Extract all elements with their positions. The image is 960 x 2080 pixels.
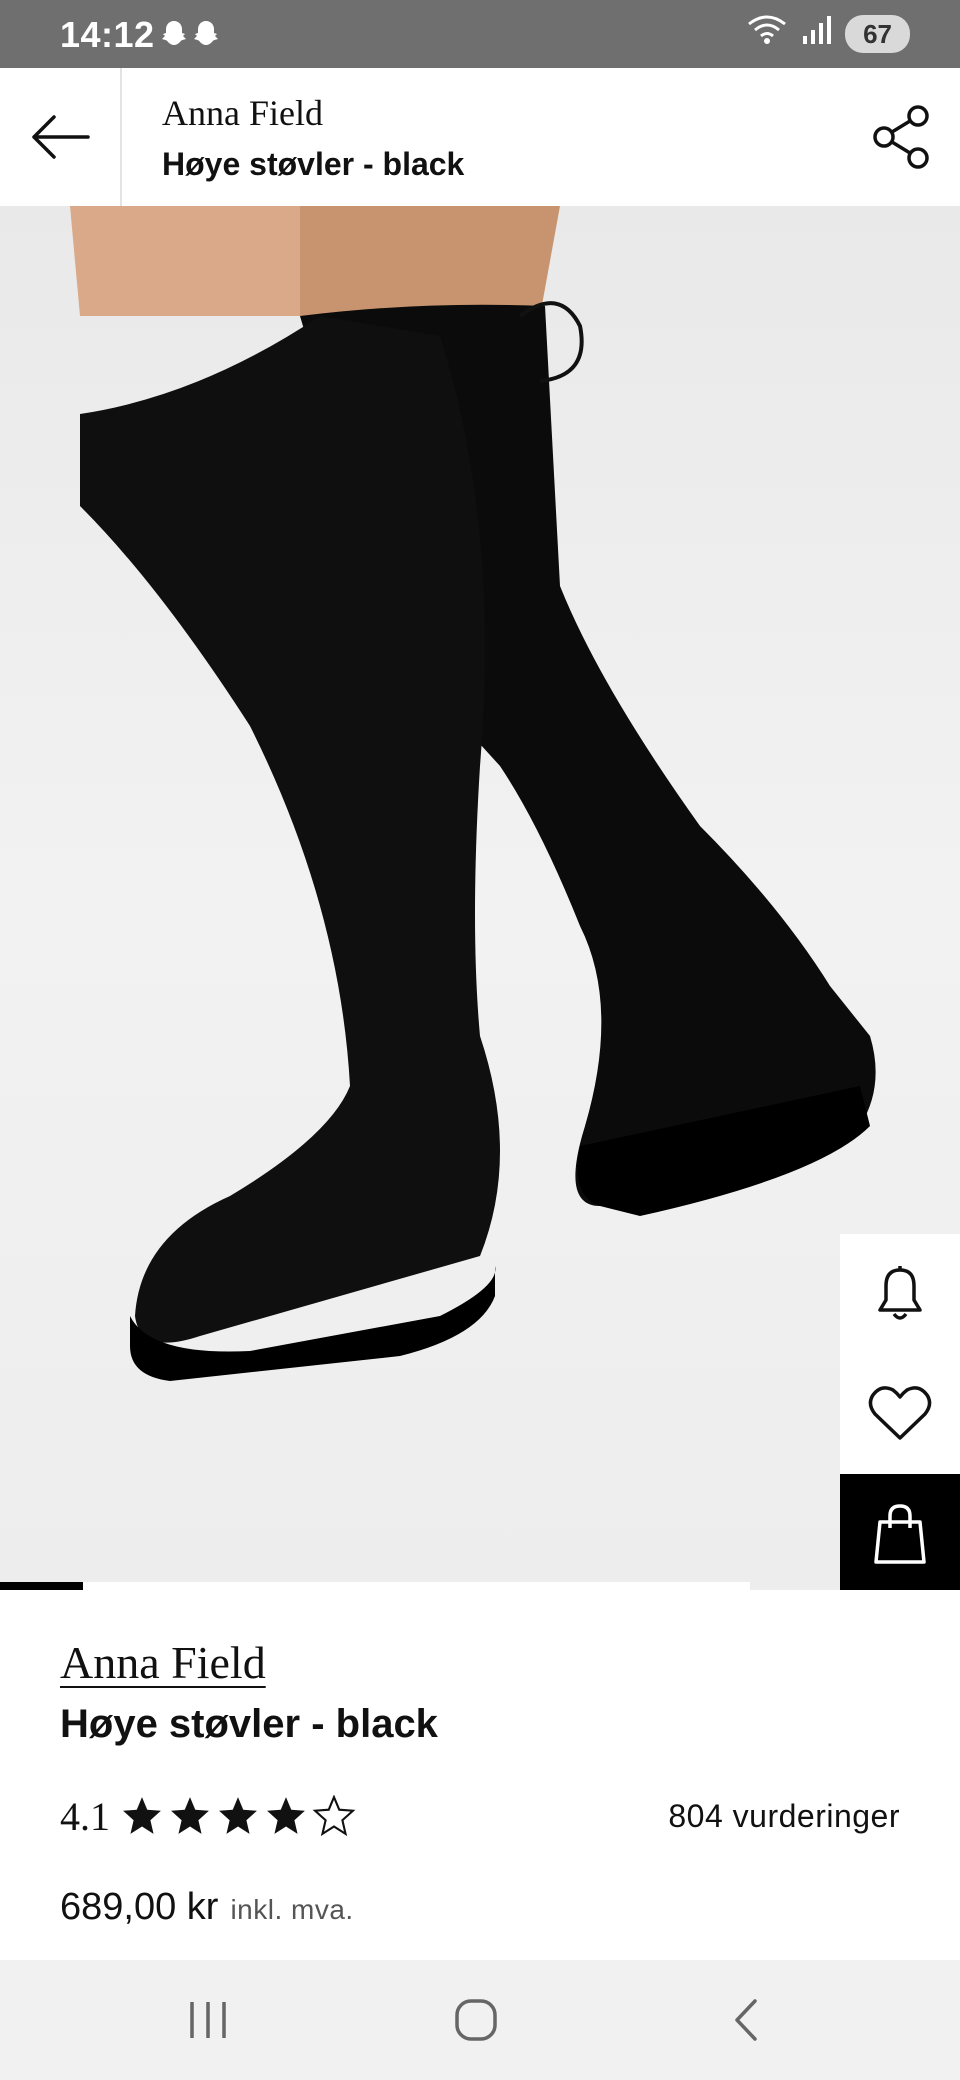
recents-icon (190, 2002, 226, 2038)
header: Anna Field Høye støvler - black (0, 68, 960, 208)
heart-icon (868, 1386, 932, 1440)
rating-stars (120, 1795, 356, 1837)
system-navbar (0, 1960, 960, 2080)
star-empty-icon (312, 1795, 356, 1837)
star-filled-icon (267, 1797, 305, 1834)
price: 689,00 kr (60, 1886, 219, 1928)
star-filled-icon (123, 1797, 161, 1834)
battery-indicator: 67 (845, 14, 910, 53)
home-icon (455, 1999, 497, 2041)
star-filled-icon (171, 1797, 209, 1834)
status-right: 67 (747, 14, 910, 53)
bell-icon (878, 1266, 922, 1320)
back-button[interactable] (0, 68, 122, 206)
system-back-button[interactable] (706, 1990, 786, 2050)
add-to-cart-button[interactable] (840, 1474, 960, 1594)
header-title: Høye støvler - black (162, 146, 465, 182)
home-button[interactable] (436, 1990, 516, 2050)
wifi-icon (747, 14, 787, 53)
share-icon (873, 105, 929, 169)
header-brand: Anna Field (162, 93, 323, 133)
gallery-progress-fill (0, 1582, 83, 1590)
notify-button[interactable] (840, 1234, 960, 1354)
product-image[interactable] (0, 206, 960, 1590)
side-actions (840, 1234, 960, 1594)
status-time: 14:12 (60, 14, 155, 55)
back-icon (735, 1999, 757, 2041)
review-count[interactable]: 804 vurderinger (668, 1798, 900, 1835)
boots-illustration (70, 206, 876, 1381)
share-button[interactable] (868, 102, 938, 172)
price-row: 689,00 kr inkl. mva. (60, 1886, 354, 1929)
snapchat-icon (160, 18, 224, 58)
gallery-progress (0, 1582, 750, 1590)
shopping-bag-icon (874, 1504, 926, 1564)
product-title: Høye støvler - black (60, 1702, 438, 1746)
star-filled-icon (219, 1797, 257, 1834)
recents-button[interactable] (168, 1990, 248, 2050)
rating-value: 4.1 (60, 1793, 110, 1839)
arrow-left-icon (32, 115, 90, 159)
signal-icon (801, 14, 832, 53)
status-bar: 14:12 67 (0, 0, 960, 68)
wishlist-button[interactable] (840, 1354, 960, 1474)
brand-link[interactable]: Anna Field (60, 1636, 266, 1689)
vat-note: inkl. mva. (230, 1894, 354, 1925)
rating-row[interactable]: 4.1 804 vurderinger (60, 1786, 900, 1846)
product-info: Anna Field Høye støvler - black 4.1 804 … (0, 1590, 960, 1960)
